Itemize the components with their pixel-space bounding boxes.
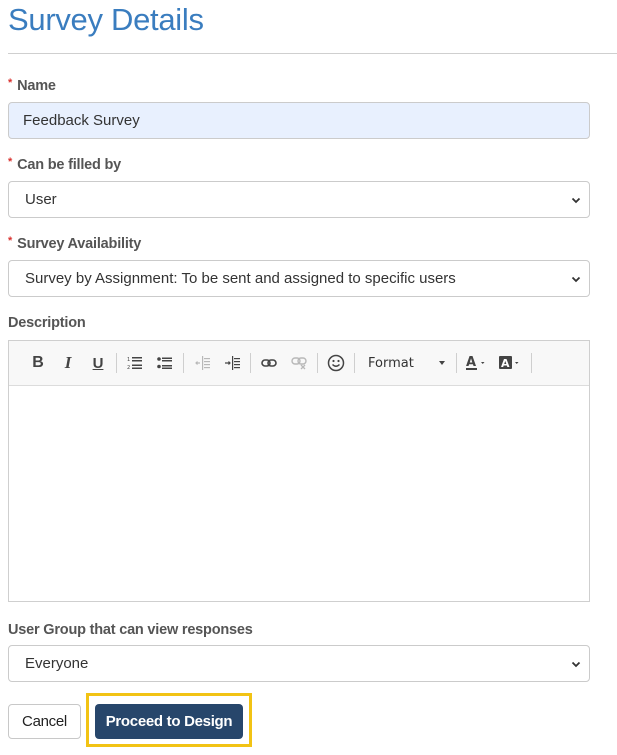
- svg-text:1: 1: [127, 357, 130, 363]
- increase-indent-button[interactable]: [217, 349, 247, 377]
- title-divider: [8, 53, 617, 54]
- chevron-down-icon: [570, 194, 582, 206]
- caret-down-icon: [439, 361, 445, 365]
- bold-button[interactable]: B: [23, 349, 53, 377]
- link-icon: [261, 357, 277, 369]
- toolbar-separator: [456, 353, 457, 373]
- emoji-icon: [327, 354, 345, 372]
- emoji-button[interactable]: [321, 349, 351, 377]
- chevron-down-icon: [570, 273, 582, 285]
- toolbar-separator: [250, 353, 251, 373]
- name-label: *Name: [8, 78, 56, 94]
- bulleted-list-icon: [157, 356, 173, 370]
- decrease-indent-button[interactable]: [187, 349, 217, 377]
- underline-button[interactable]: U: [83, 349, 113, 377]
- proceed-to-design-button[interactable]: Proceed to Design: [95, 704, 243, 739]
- format-dropdown[interactable]: Format: [358, 349, 453, 377]
- user-group-select[interactable]: Everyone: [8, 645, 590, 682]
- editor-toolbar: B I U 1 2: [9, 341, 589, 386]
- required-mark: *: [8, 77, 12, 89]
- required-mark: *: [8, 235, 12, 247]
- description-editor: B I U 1 2: [8, 340, 590, 602]
- svg-text:A: A: [466, 355, 476, 370]
- toolbar-separator: [531, 353, 532, 373]
- toolbar-separator: [354, 353, 355, 373]
- filled-by-label: *Can be filled by: [8, 157, 121, 173]
- bulleted-list-button[interactable]: [150, 349, 180, 377]
- toolbar-separator: [317, 353, 318, 373]
- text-color-icon: A: [465, 354, 489, 372]
- unlink-button[interactable]: [284, 349, 314, 377]
- name-input[interactable]: Feedback Survey: [8, 102, 590, 139]
- page-title: Survey Details: [8, 2, 204, 38]
- text-color-button[interactable]: A: [460, 349, 494, 377]
- numbered-list-button[interactable]: 1 2: [120, 349, 150, 377]
- required-mark: *: [8, 156, 12, 168]
- background-color-icon: A: [499, 354, 523, 372]
- description-textarea[interactable]: [9, 386, 589, 601]
- numbered-list-icon: 1 2: [127, 356, 143, 370]
- filled-by-select[interactable]: User: [8, 181, 590, 218]
- svg-text:A: A: [501, 357, 510, 370]
- availability-select[interactable]: Survey by Assignment: To be sent and ass…: [8, 260, 590, 297]
- toolbar-separator: [116, 353, 117, 373]
- link-button[interactable]: [254, 349, 284, 377]
- cancel-button[interactable]: Cancel: [8, 704, 81, 739]
- background-color-button[interactable]: A: [494, 349, 528, 377]
- italic-button[interactable]: I: [53, 349, 83, 377]
- availability-label: *Survey Availability: [8, 236, 141, 252]
- increase-indent-icon: [224, 356, 240, 370]
- chevron-down-icon: [570, 658, 582, 670]
- user-group-label: User Group that can view responses: [8, 622, 253, 638]
- decrease-indent-icon: [194, 356, 210, 370]
- svg-text:2: 2: [127, 365, 130, 370]
- description-label: Description: [8, 315, 86, 331]
- unlink-icon: [291, 356, 307, 370]
- toolbar-separator: [183, 353, 184, 373]
